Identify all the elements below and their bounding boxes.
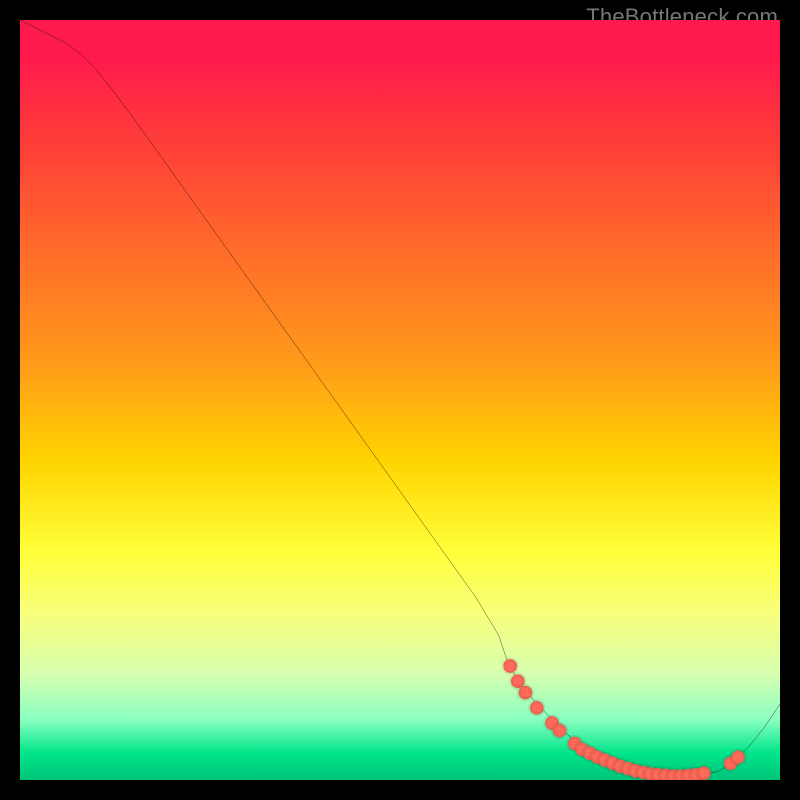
data-point xyxy=(530,701,544,715)
data-point xyxy=(697,766,711,780)
data-point xyxy=(731,750,745,764)
curve-line xyxy=(20,20,780,776)
plot-area xyxy=(20,20,780,780)
data-point xyxy=(553,724,567,738)
data-point xyxy=(519,686,533,700)
markers-group xyxy=(503,659,745,780)
data-point xyxy=(503,659,517,673)
chart-root: TheBottleneck.com xyxy=(0,0,800,800)
chart-svg xyxy=(20,20,780,780)
